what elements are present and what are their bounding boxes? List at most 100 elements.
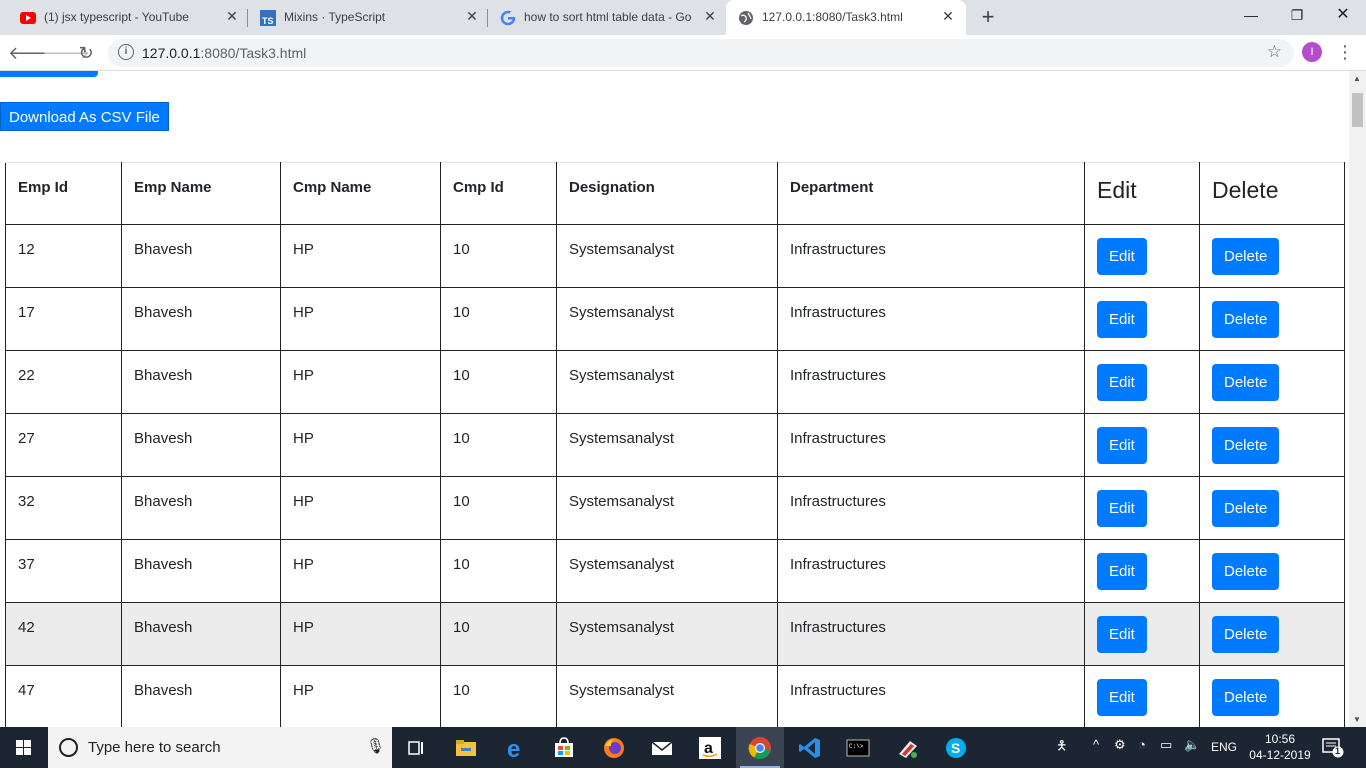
people-icon[interactable]: 🯅 [1056, 737, 1067, 759]
close-tab-icon[interactable]: ✕ [940, 8, 956, 25]
language-indicator[interactable]: ENG [1211, 740, 1237, 754]
edge-icon[interactable]: e [492, 727, 540, 768]
tray-overflow-icon[interactable]: ^ [1093, 737, 1099, 752]
cmp-name-cell: HP [280, 413, 441, 477]
column-header-emp-id[interactable]: Emp Id [5, 162, 122, 225]
volume-icon[interactable]: 🔈 [1184, 737, 1200, 753]
antivirus-icon[interactable]: ⚙ [1114, 737, 1126, 753]
table-row: 32 Bhavesh HP 10 Systemsanalyst Infrastructur… [5, 476, 1345, 540]
emp-id-cell: 32 [5, 476, 122, 540]
edit-button[interactable]: Edit [1097, 553, 1147, 590]
skype-icon[interactable]: S [932, 727, 980, 768]
emp-id-cell: 37 [5, 539, 122, 603]
download-csv-button[interactable]: Download As CSV File [0, 102, 169, 131]
emp-id-cell: 47 [5, 665, 122, 727]
edit-cell: Edit [1084, 350, 1200, 414]
close-window-button[interactable]: ✕ [1320, 0, 1366, 30]
action-center-icon[interactable]: 1 [1322, 736, 1344, 758]
google-icon [500, 10, 516, 26]
reload-button[interactable]: ↻ [74, 41, 98, 65]
department-cell: Infrastructures [777, 350, 1085, 414]
delete-cell: Delete [1199, 350, 1345, 414]
firefox-icon[interactable] [590, 727, 638, 768]
new-tab-button[interactable]: + [978, 4, 998, 30]
designation-cell: Systemsanalyst [556, 413, 778, 477]
microphone-icon[interactable]: 🎙 [366, 737, 385, 755]
column-header-designation[interactable]: Designation [556, 162, 778, 225]
cmp-name-cell: HP [280, 602, 441, 666]
table-body: 12 Bhavesh HP 10 Systemsanalyst Infrastructur… [5, 224, 1345, 727]
edit-button[interactable]: Edit [1097, 364, 1147, 401]
wifi-icon[interactable]: ◔ [1138, 737, 1146, 752]
edit-cell: Edit [1084, 476, 1200, 540]
typescript-icon: TS [260, 10, 276, 26]
delete-button[interactable]: Delete [1212, 616, 1280, 653]
edit-button[interactable]: Edit [1097, 427, 1147, 464]
edit-button[interactable]: Edit [1097, 679, 1147, 716]
forward-button[interactable]: 🡒 [42, 41, 90, 65]
restore-button[interactable]: ❐ [1274, 0, 1320, 30]
close-tab-icon[interactable]: ✕ [702, 8, 718, 25]
page-scrollbar[interactable]: ▲ ▼ [1349, 71, 1366, 727]
delete-button[interactable]: Delete [1212, 490, 1280, 527]
column-header-cmp-id[interactable]: Cmp Id [440, 162, 557, 225]
edit-button[interactable]: Edit [1097, 490, 1147, 527]
back-button[interactable]: 🡐 [8, 41, 56, 65]
department-cell: Infrastructures [777, 602, 1085, 666]
close-tab-icon[interactable]: ✕ [224, 8, 240, 25]
windows-logo-icon [16, 740, 31, 755]
tab-title: Mixins · TypeScript [284, 10, 386, 24]
delete-button[interactable]: Delete [1212, 238, 1280, 275]
scroll-down-icon[interactable]: ▼ [1353, 715, 1361, 724]
bookmark-star-icon[interactable]: ☆ [1267, 42, 1282, 62]
svg-text:TS: TS [262, 16, 274, 26]
chrome-icon[interactable] [736, 727, 784, 768]
delete-button[interactable]: Delete [1212, 364, 1280, 401]
tab-google[interactable]: how to sort html table data - Goo ✕ [488, 0, 726, 35]
tab-task3[interactable]: 127.0.0.1:8080/Task3.html ✕ [726, 0, 966, 35]
store-icon[interactable] [540, 727, 588, 768]
delete-button[interactable]: Delete [1212, 679, 1280, 716]
edit-button[interactable]: Edit [1097, 616, 1147, 653]
edit-button[interactable]: Edit [1097, 301, 1147, 338]
battery-icon[interactable]: ▭ [1160, 737, 1172, 753]
edit-button[interactable]: Edit [1097, 238, 1147, 275]
delete-button[interactable]: Delete [1212, 301, 1280, 338]
department-cell: Infrastructures [777, 665, 1085, 727]
terminal-icon[interactable]: C:\> [834, 727, 882, 768]
task-view-icon[interactable] [392, 727, 440, 768]
minimize-button[interactable]: — [1228, 0, 1274, 30]
cmp-id-cell: 10 [440, 224, 557, 288]
svg-text:S: S [951, 740, 960, 756]
vscode-icon[interactable] [786, 727, 834, 768]
address-bar[interactable]: i 127.0.0.1:8080/Task3.html ☆ [108, 39, 1294, 67]
column-header-emp-name[interactable]: Emp Name [121, 162, 281, 225]
taskbar-search-box[interactable]: Type here to search 🎙 [48, 727, 392, 768]
scroll-thumb[interactable] [1352, 93, 1363, 127]
paint-icon[interactable] [884, 727, 932, 768]
delete-cell: Delete [1199, 476, 1345, 540]
close-tab-icon[interactable]: ✕ [464, 8, 480, 25]
tab-youtube[interactable]: (1) jsx typescript - YouTube ✕ [8, 0, 246, 35]
system-clock[interactable]: 10:56 04-12-2019 [1244, 731, 1316, 763]
browser-menu-icon[interactable]: ⋮ [1336, 40, 1354, 64]
employee-table: Emp Id Emp Name Cmp Name Cmp Id Designat… [5, 162, 1345, 727]
tab-typescript[interactable]: TS Mixins · TypeScript ✕ [248, 0, 486, 35]
delete-button[interactable]: Delete [1212, 427, 1280, 464]
file-explorer-icon[interactable] [442, 727, 490, 768]
delete-cell: Delete [1199, 224, 1345, 288]
start-button[interactable] [0, 727, 48, 768]
tab-title: (1) jsx typescript - YouTube [44, 10, 189, 24]
department-cell: Infrastructures [777, 413, 1085, 477]
profile-avatar[interactable]: I [1302, 42, 1322, 62]
partially-visible-button[interactable] [0, 71, 98, 77]
mail-icon[interactable] [638, 727, 686, 768]
amazon-icon[interactable]: a [686, 727, 734, 768]
info-icon[interactable]: i [118, 44, 134, 60]
scroll-up-icon[interactable]: ▲ [1353, 74, 1361, 83]
department-cell: Infrastructures [777, 287, 1085, 351]
column-header-department[interactable]: Department [777, 162, 1085, 225]
tab-title: how to sort html table data - Goo [524, 10, 692, 24]
column-header-cmp-name[interactable]: Cmp Name [280, 162, 441, 225]
delete-button[interactable]: Delete [1212, 553, 1280, 590]
